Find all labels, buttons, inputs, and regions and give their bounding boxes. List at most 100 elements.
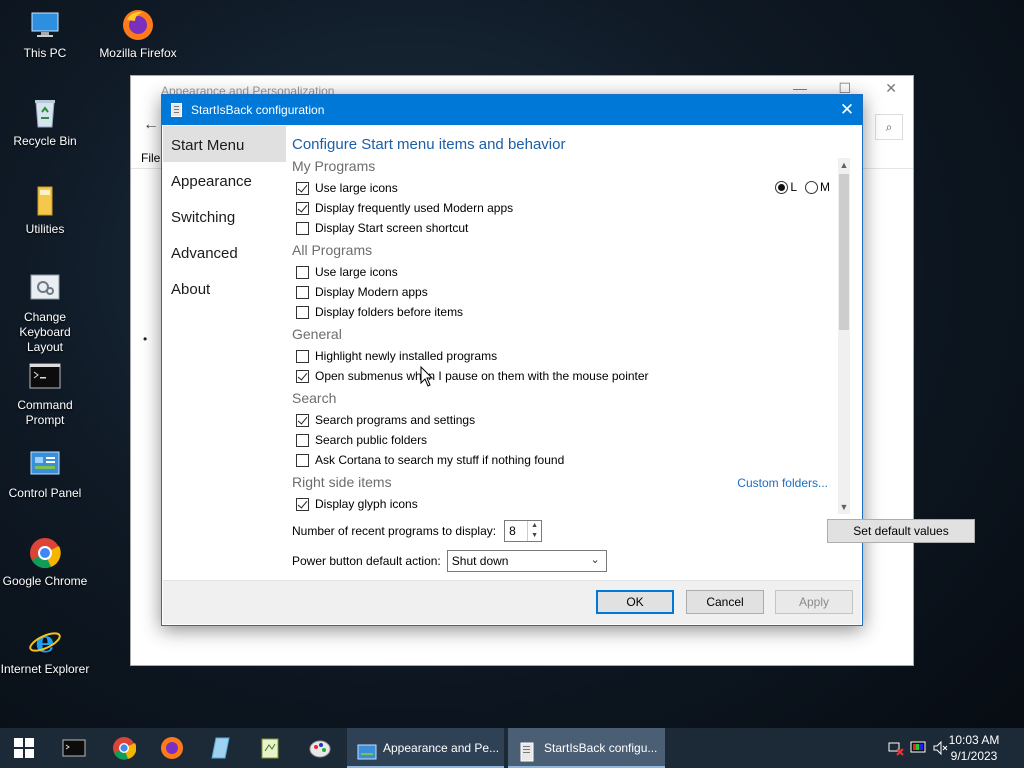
scroll-up-icon[interactable]: ▲	[838, 158, 850, 172]
section-my-programs: My Programs	[292, 158, 376, 174]
nav-item-about[interactable]: About	[163, 270, 286, 306]
option-ap-modern-apps[interactable]: Display Modern apps	[296, 284, 428, 300]
dialog-titlebar[interactable]: StartIsBack configuration ✕	[162, 95, 862, 125]
cancel-button[interactable]: Cancel	[686, 590, 764, 614]
scrollbar-thumb[interactable]	[839, 174, 849, 330]
checkbox[interactable]	[296, 497, 309, 511]
taskbar-task-appearance[interactable]: Appearance and Pe...	[347, 728, 504, 768]
option-gen-open-submenus[interactable]: Open submenus when I pause on them with …	[296, 368, 649, 384]
checkbox[interactable]	[296, 433, 309, 447]
checkbox[interactable]	[296, 305, 309, 319]
radio-l-label: L	[790, 180, 797, 194]
option-label: Highlight newly installed programs	[315, 349, 498, 363]
option-mp-start-screen[interactable]: Display Start screen shortcut	[296, 220, 468, 236]
control-panel-icon	[357, 738, 377, 760]
desktop-icon-firefox[interactable]: Mozilla Firefox	[93, 8, 183, 61]
taskbar-notepad-icon[interactable]	[258, 736, 282, 760]
svg-text:e: e	[35, 625, 54, 658]
radio-l[interactable]	[775, 180, 789, 194]
radio-m-label: M	[820, 180, 830, 194]
set-default-values-button[interactable]: Set default values	[827, 519, 975, 543]
windows-logo-icon	[25, 749, 34, 758]
close-icon[interactable]: ✕	[885, 80, 897, 97]
desktop-icon-recycle-bin[interactable]: Recycle Bin	[0, 96, 90, 149]
desktop-icon-this-pc[interactable]: This PC	[0, 8, 90, 61]
option-rs-glyph[interactable]: Display glyph icons	[296, 496, 418, 512]
taskbar-task-startisback[interactable]: StartIsBack configu...	[508, 728, 665, 768]
options-scroll-area[interactable]: My Programs Use large icons L M Display …	[286, 158, 838, 514]
taskbar-chrome-icon[interactable]	[112, 736, 137, 760]
back-arrow-icon[interactable]: ←	[143, 116, 159, 134]
radio-m[interactable]	[805, 180, 818, 194]
option-label: Open submenus when I pause on them with …	[315, 369, 649, 383]
desktop-icon-google-chrome[interactable]: Google Chrome	[0, 536, 90, 589]
options-scrollbar[interactable]: ▲ ▼	[838, 158, 850, 514]
page-title: Configure Start menu items and behavior	[292, 136, 566, 153]
internet-explorer-icon: e	[28, 624, 62, 660]
scroll-down-icon[interactable]: ▼	[838, 500, 850, 514]
display-icon[interactable]	[910, 740, 926, 756]
stepper-value[interactable]: 8	[509, 524, 516, 538]
option-mp-modern-apps[interactable]: Display frequently used Modern apps	[296, 200, 513, 216]
bg-menu-file[interactable]: File	[141, 151, 160, 165]
checkbox[interactable]	[296, 453, 309, 467]
option-srch-programs[interactable]: Search programs and settings	[296, 412, 475, 428]
option-ap-large-icons[interactable]: Use large icons	[296, 264, 398, 280]
taskbar-notes-icon[interactable]	[209, 736, 233, 760]
option-ap-folders-first[interactable]: Display folders before items	[296, 304, 463, 320]
system-tray: 10:03 AM 9/1/2023	[864, 728, 1024, 768]
dialog-footer: OK Cancel Apply	[163, 580, 861, 624]
option-gen-highlight[interactable]: Highlight newly installed programs	[296, 348, 497, 364]
checkbox[interactable]	[296, 285, 309, 299]
desktop-icon-utilities[interactable]: Utilities	[0, 184, 90, 237]
power-action-select[interactable]: Shut down ⌄	[446, 550, 607, 572]
nav-item-start-menu[interactable]: Start Menu	[163, 126, 286, 162]
nav-item-advanced[interactable]: Advanced	[163, 234, 286, 270]
start-button[interactable]	[0, 728, 48, 768]
checkbox[interactable]	[296, 221, 309, 235]
option-label: Search programs and settings	[315, 413, 476, 427]
checkbox[interactable]	[296, 413, 309, 427]
option-mp-large-icons[interactable]: Use large icons	[296, 180, 398, 196]
option-label: Display folders before items	[315, 305, 464, 319]
taskbar-firefox-icon[interactable]	[160, 736, 184, 760]
control-panel-icon	[28, 448, 62, 482]
recent-programs-row: Number of recent programs to display: 8 …	[292, 520, 543, 542]
chevron-down-icon: ⌄	[590, 554, 600, 566]
recent-programs-label: Number of recent programs to display:	[292, 524, 497, 538]
search-icon[interactable]: ⌕	[875, 114, 903, 140]
stepper-arrows-icon[interactable]: ▲ ▼	[527, 521, 541, 541]
checkbox[interactable]	[296, 265, 309, 279]
desktop-icon-control-panel[interactable]: Control Panel	[0, 448, 90, 501]
ok-button[interactable]: OK	[596, 590, 674, 614]
recent-programs-stepper[interactable]: 8 ▲ ▼	[504, 520, 543, 542]
close-button[interactable]: ✕	[832, 95, 862, 125]
windows-logo-icon	[14, 738, 23, 747]
clock[interactable]: 10:03 AM 9/1/2023	[944, 732, 1004, 764]
section-search: Search	[292, 390, 337, 406]
option-label: Display Modern apps	[315, 285, 428, 299]
option-label: Search public folders	[315, 433, 428, 447]
checkbox[interactable]	[296, 201, 309, 215]
custom-folders-link[interactable]: Custom folders...	[737, 476, 828, 490]
taskbar-command-prompt-icon[interactable]	[62, 736, 86, 760]
nav-item-switching[interactable]: Switching	[163, 198, 286, 234]
network-icon[interactable]	[888, 740, 904, 756]
option-label: Display frequently used Modern apps	[315, 201, 514, 215]
desktop-icon-change-keyboard-layout[interactable]: Change Keyboard Layout	[0, 272, 90, 355]
taskbar-paint-icon[interactable]	[308, 736, 332, 760]
checkbox[interactable]	[296, 369, 309, 383]
option-srch-public[interactable]: Search public folders	[296, 432, 427, 448]
startisback-dialog[interactable]: StartIsBack configuration ✕ Start Menu A…	[161, 94, 975, 626]
settings-nav: Start Menu Appearance Switching Advanced…	[163, 126, 286, 582]
option-label: Display Start screen shortcut	[315, 221, 469, 235]
checkbox[interactable]	[296, 349, 309, 363]
nav-item-appearance[interactable]: Appearance	[163, 162, 286, 198]
desktop-icon-command-prompt[interactable]: Command Prompt	[0, 360, 90, 428]
desktop-icon-internet-explorer[interactable]: e Internet Explorer	[0, 624, 90, 677]
option-srch-cortana[interactable]: Ask Cortana to search my stuff if nothin…	[296, 452, 564, 468]
desktop-icon-label: Recycle Bin	[13, 134, 77, 148]
apply-button[interactable]: Apply	[775, 590, 853, 614]
checkbox[interactable]	[296, 181, 309, 195]
task-label: StartIsBack configu...	[544, 741, 658, 755]
